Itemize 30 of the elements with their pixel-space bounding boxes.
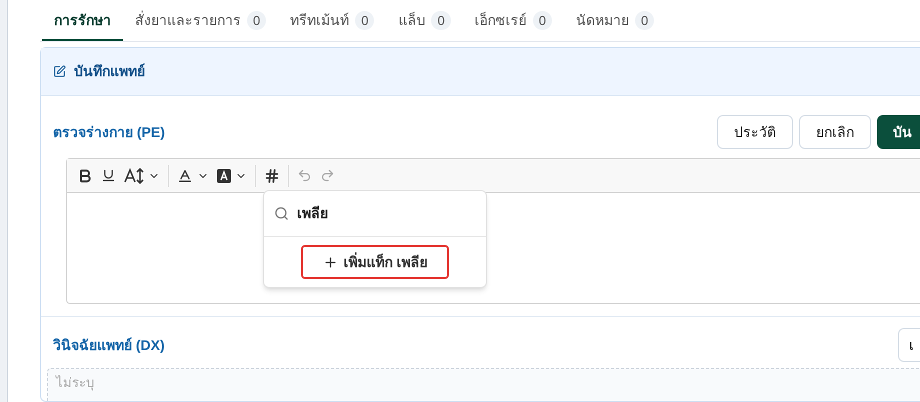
count-badge: 0 [634, 10, 654, 30]
action-button[interactable]: เ [898, 328, 920, 362]
tab[interactable]: นัดหมาย 0 [564, 2, 666, 41]
section-title: วินิจฉัยแพทย์ (DX) [53, 336, 165, 355]
highlight-color-icon[interactable] [217, 168, 247, 182]
search-icon [274, 206, 289, 221]
tab[interactable]: เอ็กซเรย์ 0 [462, 2, 564, 41]
tag-icon[interactable] [264, 168, 280, 184]
text-size-icon[interactable] [124, 168, 160, 184]
tab[interactable]: สั่งยาและรายการ 0 [123, 2, 278, 41]
count-badge: 0 [247, 10, 266, 30]
add-tag-button[interactable]: เพิ่มแท็ก เพลีย [300, 245, 450, 279]
card-title: บันทึกแพทย์ [74, 62, 145, 81]
tab[interactable]: ทรีทเม้นท์ 0 [278, 2, 386, 41]
bold-icon[interactable] [77, 168, 93, 184]
underline-icon[interactable] [101, 168, 116, 183]
search-input[interactable]: เพลีย [297, 203, 476, 224]
action-button[interactable]: ยกเลิก [799, 115, 871, 149]
tab[interactable]: การรักษา [42, 2, 123, 41]
tab[interactable]: แล็บ 0 [386, 2, 463, 41]
count-badge: 0 [355, 10, 374, 30]
font-color-icon[interactable] [177, 168, 209, 184]
action-button[interactable]: ประวัติ [717, 115, 793, 149]
tag-search-field[interactable]: เพลีย [264, 191, 486, 237]
count-badge: 0 [431, 10, 451, 30]
count-badge: 0 [532, 10, 552, 30]
note-icon [53, 65, 66, 78]
save-button[interactable]: บัน [877, 115, 920, 149]
plus-icon [322, 254, 338, 270]
section-title: ตรวจร่างกาย (PE) [53, 122, 165, 142]
